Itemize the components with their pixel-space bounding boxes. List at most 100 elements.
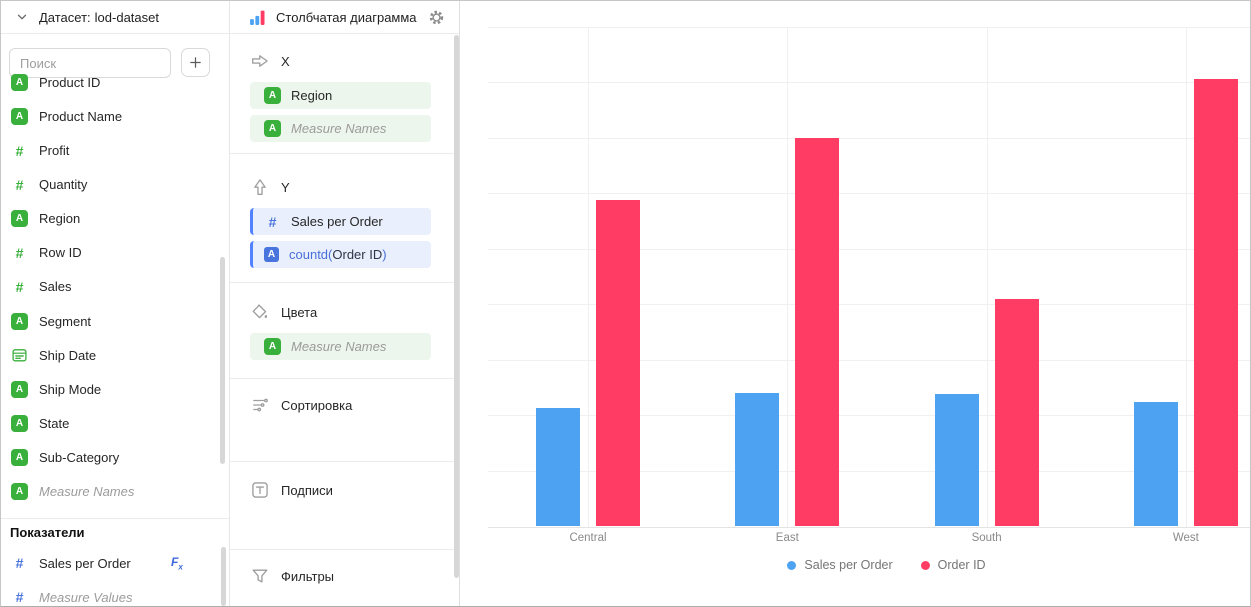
chip-x-region[interactable]: A Region — [250, 82, 431, 109]
bar-sales-per-order-central[interactable] — [536, 408, 580, 526]
string-field-icon: A — [11, 415, 28, 432]
chip-label: Measure Names — [291, 121, 386, 136]
chart-preview: CentralEastSouthWest Sales per OrderOrde… — [461, 1, 1251, 606]
section-divider — [230, 282, 459, 283]
category-label: Central — [518, 532, 658, 544]
field-row[interactable]: #Profit — [1, 134, 219, 168]
legend-dot — [787, 561, 796, 570]
text-label-icon — [251, 481, 269, 499]
field-label: Ship Date — [39, 348, 96, 363]
measure-row[interactable]: # Sales per Order Fx — [1, 546, 219, 580]
bar-order-id-west[interactable] — [1194, 79, 1238, 527]
string-field-icon: A — [11, 74, 28, 91]
field-label: Region — [39, 211, 80, 226]
chart-type-label[interactable]: Столбчатая диаграмма — [276, 10, 418, 25]
field-label: Sub-Category — [39, 450, 119, 465]
section-labels-header: Подписи — [251, 480, 333, 500]
section-x-label: X — [281, 54, 290, 69]
number-field-icon: # — [11, 177, 28, 193]
gear-icon[interactable] — [428, 9, 445, 26]
string-field-icon: A — [11, 313, 28, 330]
section-filters-label: Фильтры — [281, 569, 334, 584]
section-colors-header: Цвета — [251, 302, 317, 322]
fields-scrollbar-thumb[interactable] — [220, 257, 225, 464]
measures-scrollbar-thumb[interactable] — [221, 547, 226, 606]
gridline-horizontal — [488, 82, 1251, 83]
field-row[interactable]: AShip Mode — [1, 372, 219, 406]
string-field-icon: A — [264, 87, 281, 104]
legend-item-order-id[interactable]: Order ID — [921, 558, 986, 572]
gridline-horizontal — [488, 27, 1251, 28]
section-y-header: Y — [251, 177, 290, 197]
string-field-icon: A — [264, 120, 281, 137]
field-label: Quantity — [39, 177, 87, 192]
field-row[interactable]: A Product Name — [1, 100, 219, 134]
config-scrollbar-thumb[interactable] — [454, 35, 459, 578]
gridline-horizontal — [488, 193, 1251, 194]
field-row[interactable]: # Quantity — [1, 168, 219, 202]
chip-x-measure-names[interactable]: A Measure Names — [250, 115, 431, 142]
string-field-icon: A — [11, 108, 28, 125]
formula-fx-badge[interactable]: Fx — [171, 555, 183, 571]
bar-order-id-east[interactable] — [795, 138, 839, 527]
funnel-icon — [251, 567, 269, 585]
section-divider — [230, 461, 459, 462]
bar-sales-per-order-east[interactable] — [735, 393, 779, 526]
bar-sales-per-order-west[interactable] — [1134, 402, 1178, 526]
bar-chart-icon[interactable] — [249, 9, 266, 26]
field-label: Row ID — [39, 245, 82, 260]
dataset-name: lod-dataset — [95, 10, 159, 25]
field-row[interactable]: A Sub-Category — [1, 440, 219, 474]
legend-label: Order ID — [938, 558, 986, 572]
measure-row[interactable]: #Measure Values — [1, 580, 219, 607]
number-field-icon: # — [11, 555, 28, 571]
number-field-icon: # — [11, 279, 28, 295]
field-row[interactable]: # Sales — [1, 270, 219, 304]
chevron-down-icon[interactable] — [15, 10, 29, 24]
legend-label: Sales per Order — [804, 558, 892, 572]
chip-label: Measure Names — [291, 339, 386, 354]
gridline-vertical — [787, 27, 788, 527]
number-field-icon: # — [264, 214, 281, 230]
bar-sales-per-order-south[interactable] — [935, 394, 979, 526]
chip-label: Sales per Order — [291, 214, 383, 229]
chip-y-sales-per-order[interactable]: # Sales per Order — [250, 208, 431, 235]
chart-legend: Sales per Order Order ID — [488, 558, 1251, 572]
chip-label: Region — [291, 88, 332, 103]
string-field-icon: A — [11, 381, 28, 398]
gridline-vertical — [987, 27, 988, 527]
number-field-icon: # — [11, 245, 28, 261]
chip-label: countd(Order ID) — [289, 247, 387, 262]
string-field-icon: A — [264, 338, 281, 355]
bar-order-id-central[interactable] — [596, 200, 640, 526]
formula-function: countd( — [289, 247, 332, 262]
measure-label: Sales per Order — [39, 556, 131, 571]
chart-config-panel: Столбчатая диаграмма X A Region A Measure N… — [230, 1, 460, 606]
measures-section-title: Показатели — [10, 525, 85, 540]
string-field-icon: A — [11, 210, 28, 227]
legend-item-sales-per-order[interactable]: Sales per Order — [787, 558, 892, 572]
chip-colors-measure-names[interactable]: A Measure Names — [250, 333, 431, 360]
string-field-icon: A — [264, 247, 279, 262]
bar-order-id-south[interactable] — [995, 299, 1039, 527]
field-row[interactable]: Ship Date — [1, 338, 219, 372]
section-sort-header: Сортировка — [251, 395, 352, 415]
field-row[interactable]: AMeasure Names — [1, 474, 219, 508]
section-divider — [230, 549, 459, 550]
chip-y-order-id[interactable]: Acountd(Order ID) — [250, 241, 431, 268]
category-label: East — [717, 532, 857, 544]
field-row[interactable]: A Region — [1, 202, 219, 236]
string-field-icon: A — [11, 449, 28, 466]
field-label: Product ID — [39, 75, 100, 90]
sort-icon — [251, 396, 269, 414]
field-label: Product Name — [39, 109, 122, 124]
dataset-header[interactable]: Датасет:lod-dataset — [1, 1, 229, 34]
section-colors-label: Цвета — [281, 305, 317, 320]
dataset-panel: Датасет:lod-dataset A Product ID A Product … — [1, 1, 230, 606]
section-labels-label: Подписи — [281, 483, 333, 498]
field-row[interactable]: ASegment — [1, 304, 219, 338]
field-row[interactable]: # Row ID — [1, 236, 219, 270]
field-row[interactable]: AState — [1, 406, 219, 440]
field-row[interactable]: A Product ID — [1, 66, 219, 100]
field-label: Sales — [39, 279, 72, 294]
